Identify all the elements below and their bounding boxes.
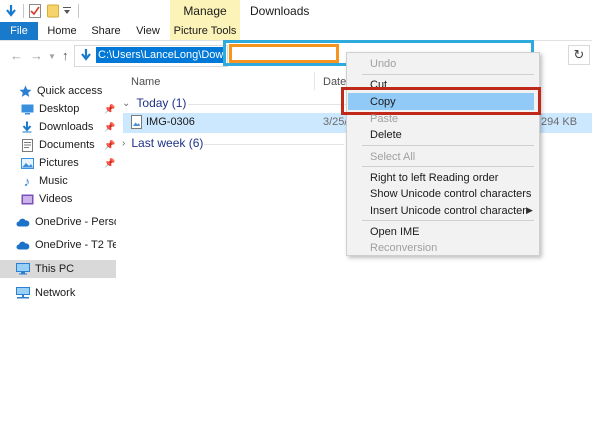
star-icon bbox=[18, 84, 32, 98]
pin-icon[interactable]: 📌 bbox=[104, 122, 115, 133]
chevron-down-icon: ⌄ bbox=[122, 97, 131, 109]
file-date: 3/25/ bbox=[323, 116, 348, 128]
tab-file[interactable]: File bbox=[0, 22, 38, 40]
pin-icon[interactable]: 📌 bbox=[104, 158, 115, 169]
divider-icon bbox=[20, 3, 28, 19]
menu-item-paste[interactable]: Paste bbox=[370, 113, 398, 125]
menu-separator bbox=[362, 166, 534, 167]
download-arrow-icon bbox=[20, 120, 34, 134]
pin-icon[interactable]: 📌 bbox=[104, 140, 115, 151]
video-icon bbox=[20, 192, 34, 206]
tab-picture-tools[interactable]: Picture Tools bbox=[170, 22, 240, 40]
nav-downloads[interactable]: Downloads bbox=[0, 118, 116, 136]
music-note-icon: ♪ bbox=[23, 173, 31, 189]
menu-item-insert-unicode[interactable]: Insert Unicode control character bbox=[370, 205, 526, 217]
menu-separator bbox=[362, 220, 534, 221]
new-folder-icon[interactable] bbox=[46, 3, 60, 19]
documents-icon bbox=[20, 138, 34, 152]
network-icon bbox=[16, 286, 30, 300]
up-arrow-icon[interactable]: ↑ bbox=[62, 48, 69, 63]
pin-icon[interactable]: 📌 bbox=[104, 104, 115, 115]
pictures-icon bbox=[20, 156, 34, 170]
menu-item-rtl-reading-order[interactable]: Right to left Reading order bbox=[370, 172, 498, 184]
back-arrow-icon[interactable]: ← bbox=[10, 48, 23, 63]
tab-view[interactable]: View bbox=[130, 22, 166, 40]
address-path-selected[interactable]: C:\Users\LanceLong\Downloads bbox=[96, 47, 226, 63]
tab-share[interactable]: Share bbox=[86, 22, 126, 40]
divider-icon bbox=[76, 3, 82, 19]
customize-toolbar-icon[interactable] bbox=[62, 3, 72, 19]
menu-item-undo[interactable]: Undo bbox=[370, 58, 396, 70]
menu-item-show-unicode[interactable]: Show Unicode control characters bbox=[370, 188, 531, 200]
group-last-week[interactable]: › Last week (6) bbox=[122, 136, 203, 150]
chevron-right-icon: ▶ bbox=[526, 205, 533, 215]
menu-item-reconversion[interactable]: Reconversion bbox=[370, 242, 437, 254]
file-size: 294 KB bbox=[541, 116, 578, 128]
recent-locations-chevron-icon[interactable]: ▼ bbox=[48, 52, 56, 61]
menu-item-select-all[interactable]: Select All bbox=[370, 151, 415, 163]
nav-documents[interactable]: Documents bbox=[0, 136, 116, 154]
chevron-right-icon: › bbox=[122, 137, 126, 149]
menu-separator bbox=[362, 145, 534, 146]
nav-onedrive-personal[interactable]: OneDrive - Personal bbox=[0, 213, 116, 231]
cloud-icon bbox=[16, 215, 30, 229]
image-file-icon bbox=[131, 115, 143, 129]
manage-context-tab[interactable]: Manage bbox=[170, 4, 240, 18]
down-arrow-icon[interactable] bbox=[4, 3, 18, 19]
tab-home[interactable]: Home bbox=[42, 22, 82, 40]
nav-quick-access[interactable]: Quick access bbox=[0, 82, 116, 100]
group-today[interactable]: ⌄ Today (1) bbox=[122, 96, 186, 110]
window-title: Downloads bbox=[250, 4, 310, 18]
group-divider bbox=[204, 144, 344, 145]
nav-this-pc[interactable]: This PC bbox=[0, 260, 116, 278]
nav-network[interactable]: Network bbox=[0, 284, 116, 302]
annotation-red-box bbox=[341, 87, 541, 115]
nav-desktop[interactable]: Desktop bbox=[0, 100, 116, 118]
forward-arrow-icon[interactable]: → bbox=[30, 48, 43, 63]
menu-item-open-ime[interactable]: Open IME bbox=[370, 226, 420, 238]
address-edit-field[interactable] bbox=[229, 44, 339, 63]
nav-videos[interactable]: Videos bbox=[0, 190, 116, 208]
downloads-location-icon bbox=[80, 48, 94, 62]
column-header-name[interactable]: Name bbox=[131, 76, 160, 88]
refresh-icon[interactable]: ↻ bbox=[568, 45, 590, 65]
nav-music[interactable]: ♪ Music bbox=[0, 172, 116, 190]
monitor-icon bbox=[16, 262, 30, 276]
cloud-icon bbox=[16, 238, 30, 252]
desktop-folder-icon bbox=[20, 102, 34, 116]
file-name: IMG-0306 bbox=[146, 116, 195, 128]
menu-item-delete[interactable]: Delete bbox=[370, 129, 402, 141]
nav-onedrive-t2[interactable]: OneDrive - T2 Tech G bbox=[0, 236, 116, 254]
group-divider bbox=[188, 104, 348, 105]
nav-pictures[interactable]: Pictures bbox=[0, 154, 116, 172]
properties-checklist-icon[interactable] bbox=[28, 3, 42, 19]
column-separator[interactable] bbox=[314, 72, 315, 90]
menu-separator bbox=[362, 74, 534, 75]
